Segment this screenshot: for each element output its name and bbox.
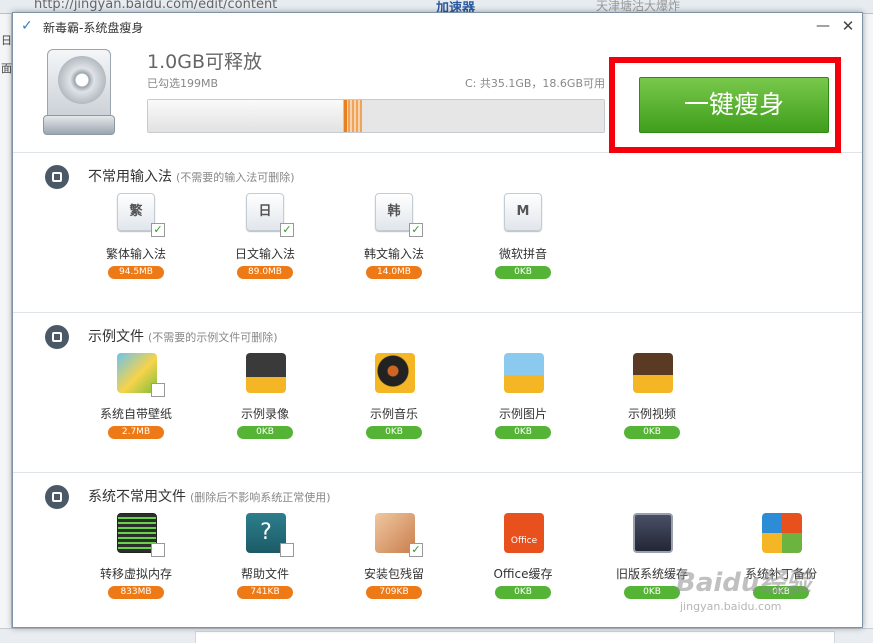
watermark-text: Baidu经验 xyxy=(676,568,812,598)
item-checkbox[interactable]: ✓ xyxy=(151,223,165,237)
item-checkbox[interactable]: ✓ xyxy=(280,223,294,237)
size-badge: 14.0MB xyxy=(366,266,422,279)
item-install-leftovers[interactable]: ✓ 安装包残留 709KB xyxy=(344,513,444,613)
item-sample-pictures[interactable]: 示例图片 0KB xyxy=(473,353,573,453)
office-icon: Office xyxy=(504,513,544,553)
summary-header: 1.0GB可释放 已勾选199MB C: 共35.1GB，18.6GB可用 一键… xyxy=(13,39,862,153)
film-folder-icon xyxy=(633,353,673,393)
size-badge: 0KB xyxy=(624,586,680,599)
music-folder-icon xyxy=(375,353,415,393)
browser-bottom xyxy=(0,628,873,643)
size-badge: 0KB xyxy=(366,426,422,439)
item-help-files[interactable]: ? 帮助文件 741KB xyxy=(215,513,315,613)
item-checkbox[interactable]: ✓ xyxy=(409,543,423,557)
item-wallpaper[interactable]: 系统自带壁纸 2.7MB xyxy=(86,353,186,453)
item-ms-pinyin[interactable]: M 微软拼音 0KB xyxy=(473,193,573,293)
size-badge: 0KB xyxy=(495,426,551,439)
size-badge: 0KB xyxy=(237,426,293,439)
section-sample-files: 示例文件 (不需要的示例文件可删除) 系统自带壁纸 2.7MB 示例录像 0KB … xyxy=(13,313,862,473)
size-badge: 833MB xyxy=(108,586,164,599)
item-checkbox[interactable] xyxy=(151,383,165,397)
keyboard-section-icon xyxy=(45,165,69,189)
size-badge: 741KB xyxy=(237,586,293,599)
old-system-icon xyxy=(633,513,673,553)
item-sample-movies[interactable]: 示例视频 0KB xyxy=(602,353,702,453)
size-badge: 709KB xyxy=(366,586,422,599)
browser-url[interactable]: http://jingyan.baidu.com/edit/content xyxy=(34,0,277,12)
slim-dialog: ✓ 新毒霸-系统盘瘦身 — ✕ 1.0GB可释放 已勾选199MB C: 共35… xyxy=(12,12,863,628)
disk-usage-bar xyxy=(147,99,605,133)
used-segment xyxy=(148,100,344,132)
item-virtual-memory[interactable]: 转移虚拟内存 833MB xyxy=(86,513,186,613)
title-bar: ✓ 新毒霸-系统盘瘦身 — ✕ xyxy=(13,13,862,39)
key-icon: M xyxy=(504,193,542,231)
section-input-methods: 不常用输入法 (不需要的输入法可删除) 繁 ✓ 繁体输入法 94.5MB 日 ✓ 日文… xyxy=(13,153,862,313)
minimize-button[interactable]: — xyxy=(813,16,833,36)
item-sample-music[interactable]: 示例音乐 0KB xyxy=(344,353,444,453)
size-badge: 0KB xyxy=(624,426,680,439)
size-badge: 89.0MB xyxy=(237,266,293,279)
video-folder-icon xyxy=(246,353,286,393)
duba-logo-icon: ✓ xyxy=(21,18,33,34)
close-button[interactable]: ✕ xyxy=(838,16,858,36)
key-icon: 日 xyxy=(246,193,284,231)
item-japanese-ime[interactable]: 日 ✓ 日文输入法 89.0MB xyxy=(215,193,315,293)
browser-side-left: 日 面 xyxy=(0,14,12,643)
dialog-title: 新毒霸-系统盘瘦身 xyxy=(43,21,144,35)
side-char: 面 xyxy=(1,62,12,75)
item-checkbox[interactable]: ✓ xyxy=(409,223,423,237)
item-office-cache[interactable]: Office Office缓存 0KB xyxy=(473,513,573,613)
item-korean-ime[interactable]: 韩 ✓ 韩文输入法 14.0MB xyxy=(344,193,444,293)
disk-info: C: 共35.1GB，18.6GB可用 xyxy=(464,77,605,90)
system-section-icon xyxy=(45,485,69,509)
key-icon: 韩 xyxy=(375,193,413,231)
section-title: 示例文件 (不需要的示例文件可删除) xyxy=(88,329,278,345)
release-amount: 1.0GB可释放 xyxy=(147,51,262,73)
one-click-slim-button[interactable]: 一键瘦身 xyxy=(639,77,829,133)
item-sample-video[interactable]: 示例录像 0KB xyxy=(215,353,315,453)
size-badge: 94.5MB xyxy=(108,266,164,279)
key-icon: 繁 xyxy=(117,193,155,231)
windows-update-icon xyxy=(762,513,802,553)
side-char: 日 xyxy=(1,34,12,47)
size-badge: 2.7MB xyxy=(108,426,164,439)
browser-side-right xyxy=(862,14,873,643)
picture-folder-icon xyxy=(504,353,544,393)
item-checkbox[interactable] xyxy=(151,543,165,557)
section-title: 系统不常用文件 (删除后不影响系统正常使用) xyxy=(88,489,331,505)
item-checkbox[interactable] xyxy=(280,543,294,557)
size-badge: 0KB xyxy=(495,266,551,279)
item-traditional-ime[interactable]: 繁 ✓ 繁体输入法 94.5MB xyxy=(86,193,186,293)
section-title: 不常用输入法 (不需要的输入法可删除) xyxy=(88,169,295,185)
size-badge: 0KB xyxy=(495,586,551,599)
selected-amount: 已勾选199MB xyxy=(147,77,219,90)
watermark-url: jingyan.baidu.com xyxy=(680,600,782,613)
hard-disk-icon xyxy=(43,49,117,137)
folder-section-icon xyxy=(45,325,69,349)
